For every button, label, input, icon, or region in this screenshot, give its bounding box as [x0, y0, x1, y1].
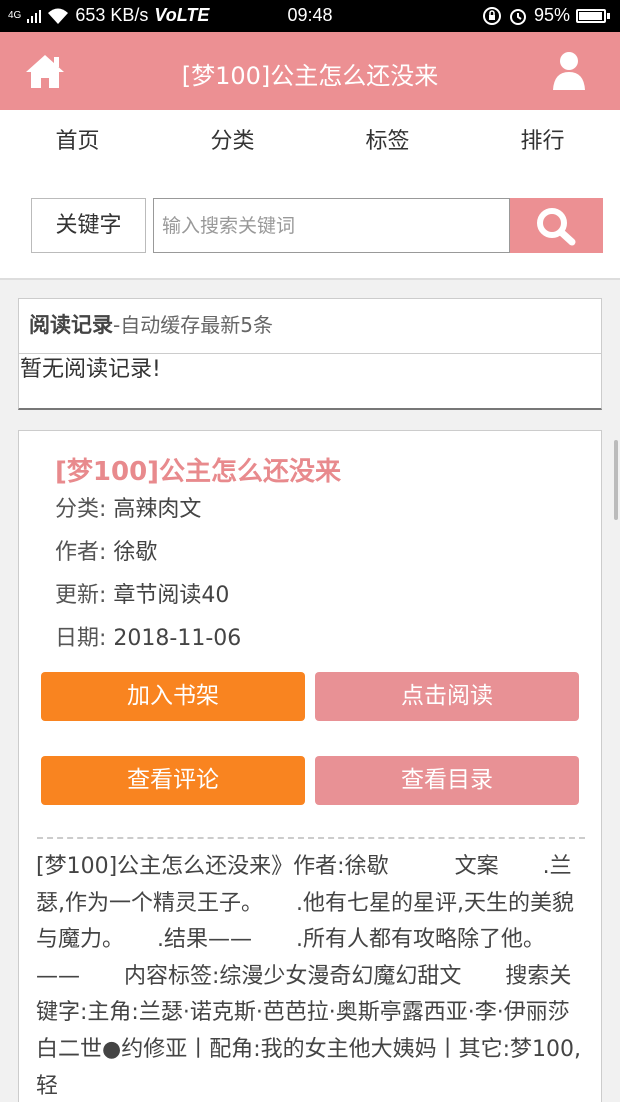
read-button[interactable]: 点击阅读 — [315, 672, 579, 721]
main-nav: 首页 分类 标签 排行 — [0, 110, 620, 174]
lock-rotation-icon — [482, 6, 501, 25]
status-right: 95% — [482, 5, 610, 26]
date-label: 日期: — [55, 626, 107, 651]
status-bar: 4G 653 KB/s VoLTE 09:48 95% — [0, 0, 620, 32]
keyword-type-button[interactable]: 关键字 — [31, 198, 146, 253]
nav-home[interactable]: 首页 — [0, 110, 155, 174]
book-update-row: 更新: 章节阅读40 — [55, 577, 229, 609]
author-label: 作者: — [55, 540, 107, 565]
book-detail-card: [梦100]公主怎么还没来 分类: 高辣肉文 作者: 徐歇 更新: 章节阅读40… — [18, 430, 602, 1102]
view-toc-button[interactable]: 查看目录 — [315, 756, 579, 805]
history-empty-text: 暂无阅读记录! — [20, 357, 161, 382]
category-label: 分类: — [55, 497, 107, 522]
view-comments-button[interactable]: 查看评论 — [41, 756, 305, 805]
book-date-row: 日期: 2018-11-06 — [55, 620, 241, 652]
search-row: 关键字 — [0, 174, 620, 280]
search-icon — [537, 208, 576, 246]
battery-icon — [576, 8, 606, 23]
book-author-row: 作者: 徐歇 — [55, 534, 157, 566]
book-description: [梦100]公主怎么还没来》作者:徐歇 文案 .兰瑟,作为一个精灵王子。 .他有… — [36, 854, 582, 1099]
dashed-divider — [37, 837, 585, 839]
history-header: 阅读记录-自动缓存最新5条 — [19, 299, 601, 354]
reading-history-panel: 阅读记录-自动缓存最新5条 暂无阅读记录! — [18, 298, 602, 410]
search-button[interactable] — [510, 198, 603, 253]
nav-ranking[interactable]: 排行 — [465, 110, 620, 174]
book-update[interactable]: 章节阅读40 — [113, 583, 229, 608]
book-category[interactable]: 高辣肉文 — [113, 497, 201, 522]
nav-tags[interactable]: 标签 — [310, 110, 465, 174]
app-header: [梦100]公主怎么还没来 — [0, 32, 620, 110]
battery-tip — [607, 12, 610, 19]
nav-category[interactable]: 分类 — [155, 110, 310, 174]
alarm-icon — [509, 8, 526, 25]
header-title: [梦100]公主怎么还没来 — [181, 62, 439, 90]
book-title[interactable]: [梦100]公主怎么还没来 — [55, 451, 341, 488]
book-category-row: 分类: 高辣肉文 — [55, 491, 201, 523]
book-author[interactable]: 徐歇 — [113, 540, 157, 565]
user-icon[interactable] — [552, 50, 586, 90]
scrollbar[interactable] — [614, 440, 618, 520]
history-subtitle: -自动缓存最新5条 — [113, 313, 273, 337]
add-to-shelf-button[interactable]: 加入书架 — [41, 672, 305, 721]
battery-percent: 95% — [533, 5, 570, 25]
update-label: 更新: — [55, 583, 107, 608]
book-date: 2018-11-06 — [113, 626, 242, 651]
history-title: 阅读记录 — [29, 313, 113, 337]
search-input[interactable] — [153, 198, 510, 253]
